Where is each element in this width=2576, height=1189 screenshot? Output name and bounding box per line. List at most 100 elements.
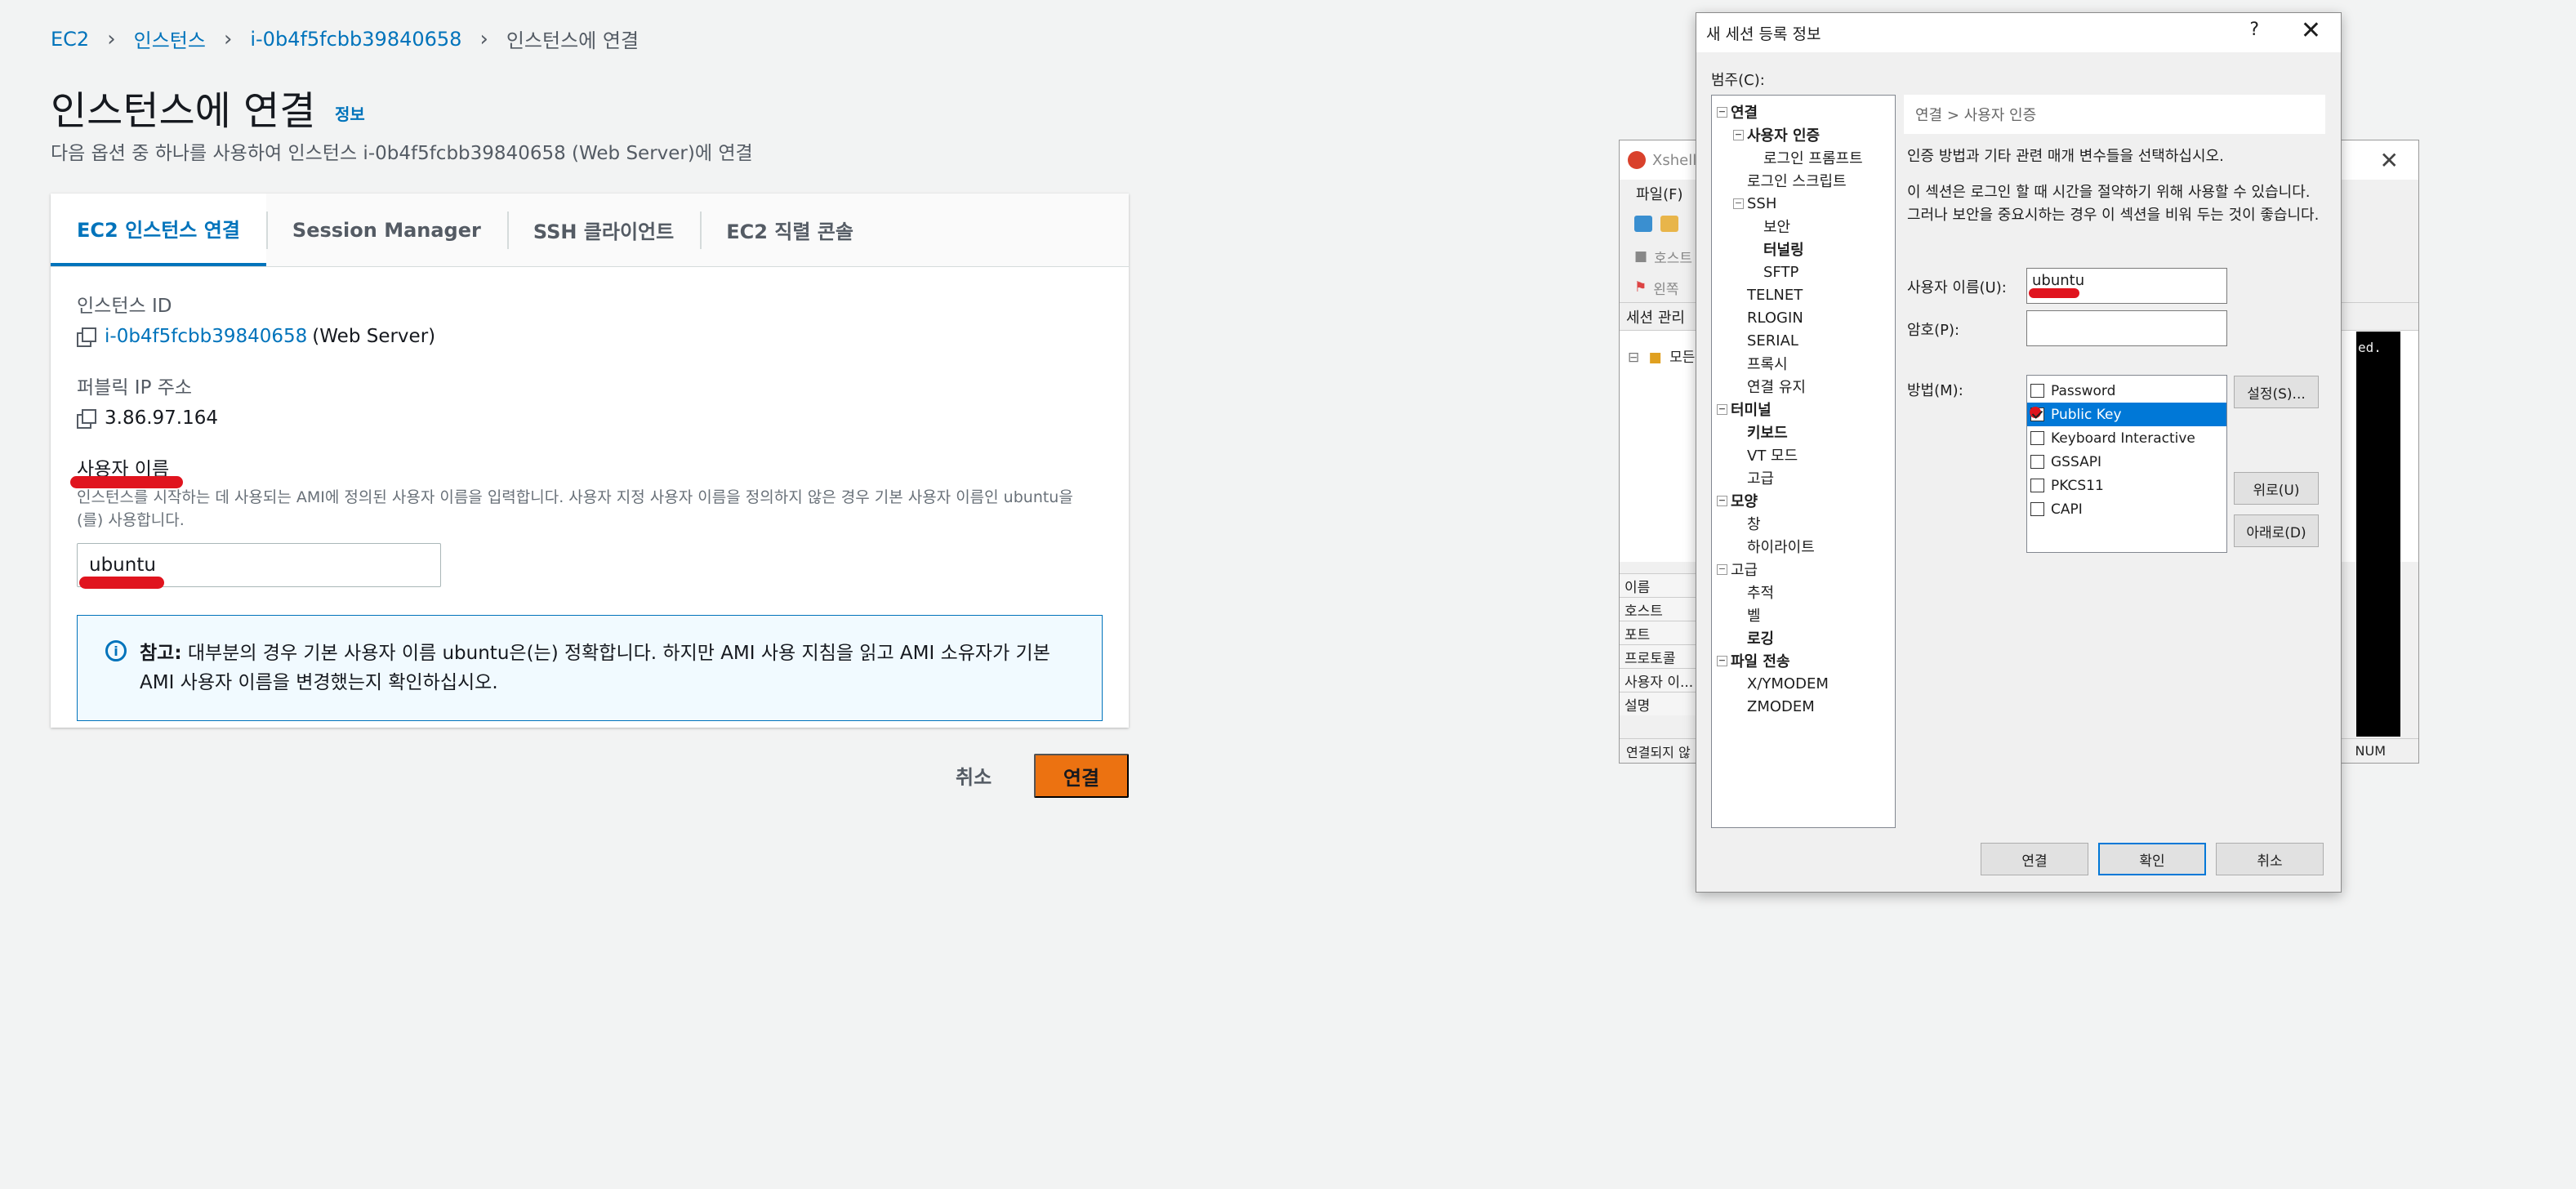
info-alert: i 참고: 대부분의 경우 기본 사용자 이름 ubuntu은(는) 정확합니다…	[77, 615, 1103, 721]
settings-button[interactable]: 설정(S)...	[2234, 376, 2319, 408]
tab-ec2-instance-connect[interactable]: EC2 인스턴스 연결	[51, 194, 266, 266]
tree-collapse-icon[interactable]: −	[1717, 495, 1727, 506]
tree-collapse-icon[interactable]: −	[1733, 129, 1744, 140]
new-session-icon[interactable]	[1634, 216, 1652, 232]
section-path: 연결 > 사용자 인증	[1904, 95, 2325, 134]
breadcrumb-ec2[interactable]: EC2	[51, 28, 89, 51]
breadcrumb-instances[interactable]: 인스턴스	[134, 24, 206, 53]
category-item[interactable]: 로그인 스크립트	[1712, 169, 1895, 192]
category-item[interactable]: 창	[1712, 512, 1895, 535]
checkbox[interactable]	[2030, 407, 2044, 421]
annotation-mark	[70, 476, 183, 488]
copy-icon[interactable]	[77, 409, 96, 429]
category-label: 로그인 프롬프트	[1763, 150, 1863, 167]
category-label: X/YMODEM	[1747, 675, 1829, 692]
category-item[interactable]: 키보드	[1712, 421, 1895, 443]
category-item[interactable]: TELNET	[1712, 283, 1895, 306]
instance-id-row: i-0b4f5fcbb39840658 (Web Server)	[77, 326, 1103, 347]
tab-ssh-client[interactable]: SSH 클라이언트	[506, 194, 700, 266]
checkbox[interactable]	[2030, 455, 2044, 469]
auth-method-item[interactable]: PKCS11	[2027, 474, 2226, 497]
instance-id-label: 인스턴스 ID	[77, 296, 172, 317]
category-item[interactable]: ZMODEM	[1712, 695, 1895, 718]
menu-file[interactable]: 파일(F)	[1636, 183, 1683, 204]
category-item[interactable]: 고급	[1712, 466, 1895, 489]
category-item[interactable]: − 연결	[1712, 100, 1895, 123]
category-item[interactable]: − 터미널	[1712, 398, 1895, 421]
category-item[interactable]: − 사용자 인증	[1712, 123, 1895, 146]
username-label: 사용자 이름(U):	[1907, 279, 2007, 296]
terminal-area[interactable]: ed.	[2356, 332, 2400, 737]
auth-method-item[interactable]: Password	[2027, 379, 2226, 403]
dialog-cancel-button[interactable]: 취소	[2216, 843, 2324, 875]
tab-ec2-serial-console[interactable]: EC2 직렬 콘솔	[700, 194, 880, 266]
category-item[interactable]: 보안	[1712, 215, 1895, 238]
auth-method-label: PKCS11	[2051, 477, 2104, 494]
tree-expand-icon[interactable]: ⊟	[1628, 350, 1639, 366]
category-item[interactable]: 연결 유지	[1712, 375, 1895, 398]
open-folder-icon[interactable]	[1660, 216, 1678, 232]
category-item[interactable]: 추적	[1712, 581, 1895, 603]
username-field-value: ubuntu	[2032, 272, 2085, 289]
tree-collapse-icon[interactable]: −	[1717, 403, 1727, 415]
category-label: 보안	[1763, 219, 1791, 236]
close-icon[interactable]: ✕	[2301, 16, 2321, 45]
tree-collapse-icon[interactable]: −	[1733, 198, 1744, 209]
copy-icon[interactable]	[77, 327, 96, 347]
checkbox[interactable]	[2030, 431, 2044, 445]
category-item[interactable]: − SSH	[1712, 192, 1895, 215]
category-item[interactable]: X/YMODEM	[1712, 672, 1895, 695]
tab-session-manager[interactable]: Session Manager	[265, 194, 507, 266]
auth-method-label: Keyboard Interactive	[2051, 430, 2195, 447]
checkbox[interactable]	[2030, 384, 2044, 398]
category-item[interactable]: 로깅	[1712, 626, 1895, 649]
username-field[interactable]: ubuntu	[2026, 268, 2227, 304]
instance-id-link[interactable]: i-0b4f5fcbb39840658	[105, 326, 307, 347]
category-item[interactable]: − 파일 전송	[1712, 649, 1895, 672]
breadcrumb-instance-id[interactable]: i-0b4f5fcbb39840658	[250, 28, 461, 51]
auth-method-item[interactable]: GSSAPI	[2027, 450, 2226, 474]
session-properties-dialog: 새 세션 등록 정보 ? ✕ 범주(C): − 연결 − 사용자 인증 로그인 프롬프트…	[1696, 12, 2342, 893]
cancel-button[interactable]: 취소	[956, 761, 992, 790]
checkbox[interactable]	[2030, 502, 2044, 516]
category-item[interactable]: − 고급	[1712, 558, 1895, 581]
tree-collapse-icon[interactable]: −	[1717, 655, 1727, 666]
category-item[interactable]: RLOGIN	[1712, 306, 1895, 329]
auth-method-label: CAPI	[2051, 501, 2083, 518]
auth-method-item[interactable]: Keyboard Interactive	[2027, 426, 2226, 450]
password-field[interactable]	[2026, 310, 2227, 346]
terminal-text: ed.	[2358, 340, 2382, 355]
move-down-button[interactable]: 아래로(D)	[2234, 514, 2319, 547]
connect-button[interactable]: 연결	[1034, 754, 1129, 798]
category-item[interactable]: − 모양	[1712, 489, 1895, 512]
checkbox[interactable]	[2030, 479, 2044, 492]
public-ip-row: 3.86.97.164	[77, 407, 1103, 429]
category-item[interactable]: VT 모드	[1712, 443, 1895, 466]
address-placeholder[interactable]: 호스트	[1654, 247, 1692, 267]
num-indicator: NUM	[2355, 743, 2386, 759]
category-item[interactable]: SFTP	[1712, 261, 1895, 283]
ok-button[interactable]: 확인	[2098, 843, 2206, 875]
category-item[interactable]: SERIAL	[1712, 329, 1895, 352]
category-item[interactable]: 터널링	[1712, 238, 1895, 261]
category-item[interactable]: 벨	[1712, 603, 1895, 626]
auth-method-item[interactable]: Public Key	[2027, 403, 2226, 426]
tree-collapse-icon[interactable]: −	[1717, 106, 1727, 118]
tree-collapse-icon[interactable]: −	[1717, 563, 1727, 575]
close-icon[interactable]: ✕	[2380, 147, 2399, 174]
username-input[interactable]: ubuntu	[77, 543, 441, 589]
dialog-titlebar: 새 세션 등록 정보 ? ✕	[1696, 13, 2341, 52]
username-hint: 인스턴스를 시작하는 데 사용되는 AMI에 정의된 사용자 이름을 입력합니다…	[77, 488, 1073, 529]
panel-body: 인스턴스 ID i-0b4f5fcbb39840658 (Web Server)…	[70, 290, 1103, 721]
category-item[interactable]: 프록시	[1712, 352, 1895, 375]
info-link[interactable]: 정보	[335, 101, 365, 125]
auth-method-item[interactable]: CAPI	[2027, 497, 2226, 521]
help-icon[interactable]: ?	[2249, 20, 2259, 40]
xshell-logo-icon	[1628, 151, 1646, 169]
dialog-connect-button[interactable]: 연결	[1981, 843, 2088, 875]
category-item[interactable]: 로그인 프롬프트	[1712, 146, 1895, 169]
move-up-button[interactable]: 위로(U)	[2234, 472, 2319, 505]
session-tree-item[interactable]: 모든	[1669, 350, 1695, 366]
category-item[interactable]: 하이라이트	[1712, 535, 1895, 558]
breadcrumb-current: 인스턴스에 연결	[506, 29, 640, 52]
